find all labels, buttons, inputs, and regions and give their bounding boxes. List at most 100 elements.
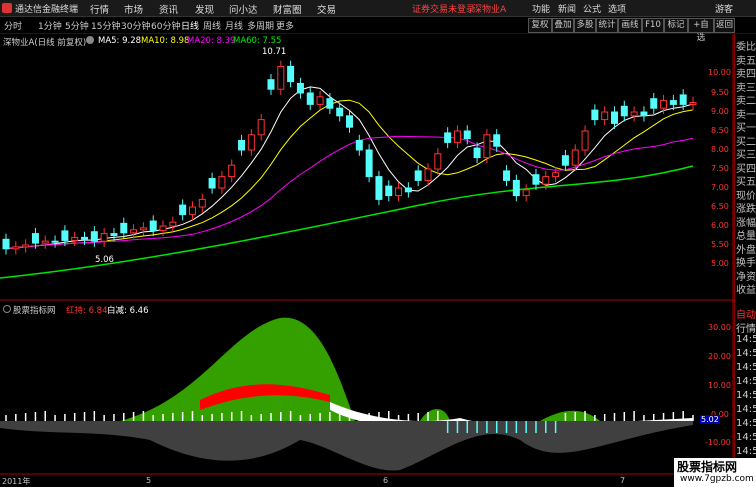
ytick: 8.50 <box>711 126 729 135</box>
tool-back[interactable]: 返回 <box>714 18 735 33</box>
candle-body <box>640 111 648 117</box>
candle-body <box>571 149 579 166</box>
period-5m[interactable]: 5分钟 <box>65 19 89 32</box>
stock-tag[interactable]: 深物业A <box>473 2 506 15</box>
candle-body <box>257 119 265 136</box>
candle-body <box>326 98 334 109</box>
indicator-green-area <box>0 317 693 421</box>
xtick: 2011年 <box>2 477 31 486</box>
candle-body <box>110 233 118 237</box>
tick-time: 14:50 <box>736 432 756 443</box>
candle-body <box>316 96 324 105</box>
quote-panel: 委比 卖五 卖四 卖三 卖二 卖一 买一 买二 买三 买四 买五 现价 涨跌 涨幅 总量 外盘 换手 净资 收益 自… <box>734 34 756 487</box>
menu-news2[interactable]: 新闻 <box>558 2 576 15</box>
tick-time: 14:50 <box>736 362 756 373</box>
menu-market[interactable]: 市场 <box>124 2 143 16</box>
tool-overlay[interactable]: 叠加 <box>552 18 574 33</box>
tool-draw[interactable]: 画线 <box>618 18 642 33</box>
menu-discover[interactable]: 发现 <box>195 2 214 16</box>
candle-body <box>188 206 196 216</box>
indicator-name: 股票指标网 <box>13 306 56 316</box>
ytick: 7.50 <box>711 164 729 173</box>
candle-body <box>296 83 304 94</box>
guest-label[interactable]: 游客 <box>715 2 733 15</box>
candle-body <box>81 236 89 240</box>
menu-hq[interactable]: 行情 <box>90 2 109 16</box>
current-value-tag: 5.02 <box>700 415 720 424</box>
candle-body <box>130 229 138 234</box>
candle-body <box>247 134 255 151</box>
candle-body <box>512 179 520 197</box>
menu-bar: 通达信金融终端 行情 市场 资讯 发现 问小达 财富圈 交易 证券交易未登录 深… <box>0 0 756 17</box>
candle-body <box>522 189 530 197</box>
candle-body <box>473 147 481 159</box>
ytick: 9.50 <box>711 88 729 97</box>
menu-news[interactable]: 资讯 <box>159 2 178 16</box>
period-more[interactable]: 更多 <box>276 19 294 32</box>
menu-trade[interactable]: 交易 <box>317 2 336 16</box>
candle-body <box>365 149 373 178</box>
candle-body <box>660 100 668 109</box>
ytick: 5.50 <box>711 240 729 249</box>
menu-function[interactable]: 功能 <box>532 2 550 15</box>
tool-f10[interactable]: F10 <box>642 18 664 33</box>
menu-wealth[interactable]: 财富圈 <box>273 2 302 16</box>
login-warning[interactable]: 证券交易未登录 <box>412 2 475 15</box>
sub-ytick: 10.00 <box>708 381 731 390</box>
xtick: 6 <box>383 476 389 485</box>
tool-multi-stock[interactable]: 多股 <box>574 18 596 33</box>
candle-body <box>414 170 422 181</box>
ma5-label: MA5: 9.28 <box>98 36 142 46</box>
menu-options[interactable]: 选项 <box>608 2 626 15</box>
sub-ytick: -10.00 <box>705 438 731 447</box>
xtick: 7 <box>620 476 626 485</box>
indicator-settings-icon[interactable] <box>3 305 11 313</box>
candle-body <box>22 244 30 248</box>
ma20-label: MA20: 8.39 <box>187 36 236 46</box>
period-multi[interactable]: 多周期 <box>247 19 274 32</box>
watermark-name: 股票指标网 <box>677 460 738 474</box>
tool-stats[interactable]: 统计 <box>596 18 618 33</box>
candle-body <box>238 140 246 151</box>
ytick: 7.00 <box>711 183 729 192</box>
candle-body <box>552 172 560 178</box>
candle-body <box>90 231 98 242</box>
candle-body <box>542 176 550 185</box>
period-60m[interactable]: 60分钟 <box>151 19 180 32</box>
menu-wenxiaoda[interactable]: 问小达 <box>229 2 258 16</box>
candle-body <box>395 187 403 197</box>
tool-mark[interactable]: 标记 <box>664 18 688 33</box>
candle-body <box>41 240 49 244</box>
candle-body <box>198 198 206 208</box>
high-annotation: 10.71 <box>262 47 287 57</box>
indicator-white: 白减: 6.46 <box>107 306 149 316</box>
xtick: 5 <box>146 476 152 485</box>
candle-body <box>453 130 461 143</box>
period-toolbar: 分时 1分钟 5分钟 15分钟 30分钟 60分钟 日线 周线 月线 多周期 更… <box>0 17 756 43</box>
candle-body <box>169 221 177 227</box>
candle-body <box>149 220 157 232</box>
tick-time: 14:50 <box>736 376 756 387</box>
period-weekly[interactable]: 周线 <box>203 19 221 32</box>
menu-formula[interactable]: 公式 <box>583 2 601 15</box>
candle-body <box>630 111 638 117</box>
period-daily[interactable]: 日线 <box>181 19 199 32</box>
settings-dot-icon[interactable] <box>86 36 94 44</box>
candle-body <box>404 187 412 193</box>
watermark: 股票指标网 www.7gpzb.com <box>674 458 756 487</box>
tool-add-watchlist[interactable]: +自选 <box>688 18 714 43</box>
tool-restore-rights[interactable]: 复权 <box>528 18 552 33</box>
period-15m[interactable]: 15分钟 <box>91 19 120 32</box>
low-annotation: 5.06 <box>95 255 114 265</box>
app-logo-icon <box>2 3 12 13</box>
candle-body <box>620 105 628 117</box>
period-30m[interactable]: 30分钟 <box>121 19 150 32</box>
ytick: 8.00 <box>711 145 729 154</box>
period-1m[interactable]: 1分钟 <box>38 19 62 32</box>
period-monthly[interactable]: 月线 <box>225 19 243 32</box>
period-tick[interactable]: 分时 <box>4 19 22 32</box>
candle-body <box>306 92 314 105</box>
ma60-label: MA60: 7.55 <box>233 36 282 46</box>
candle-body <box>444 132 452 143</box>
sub-ytick: 30.00 <box>708 323 731 332</box>
